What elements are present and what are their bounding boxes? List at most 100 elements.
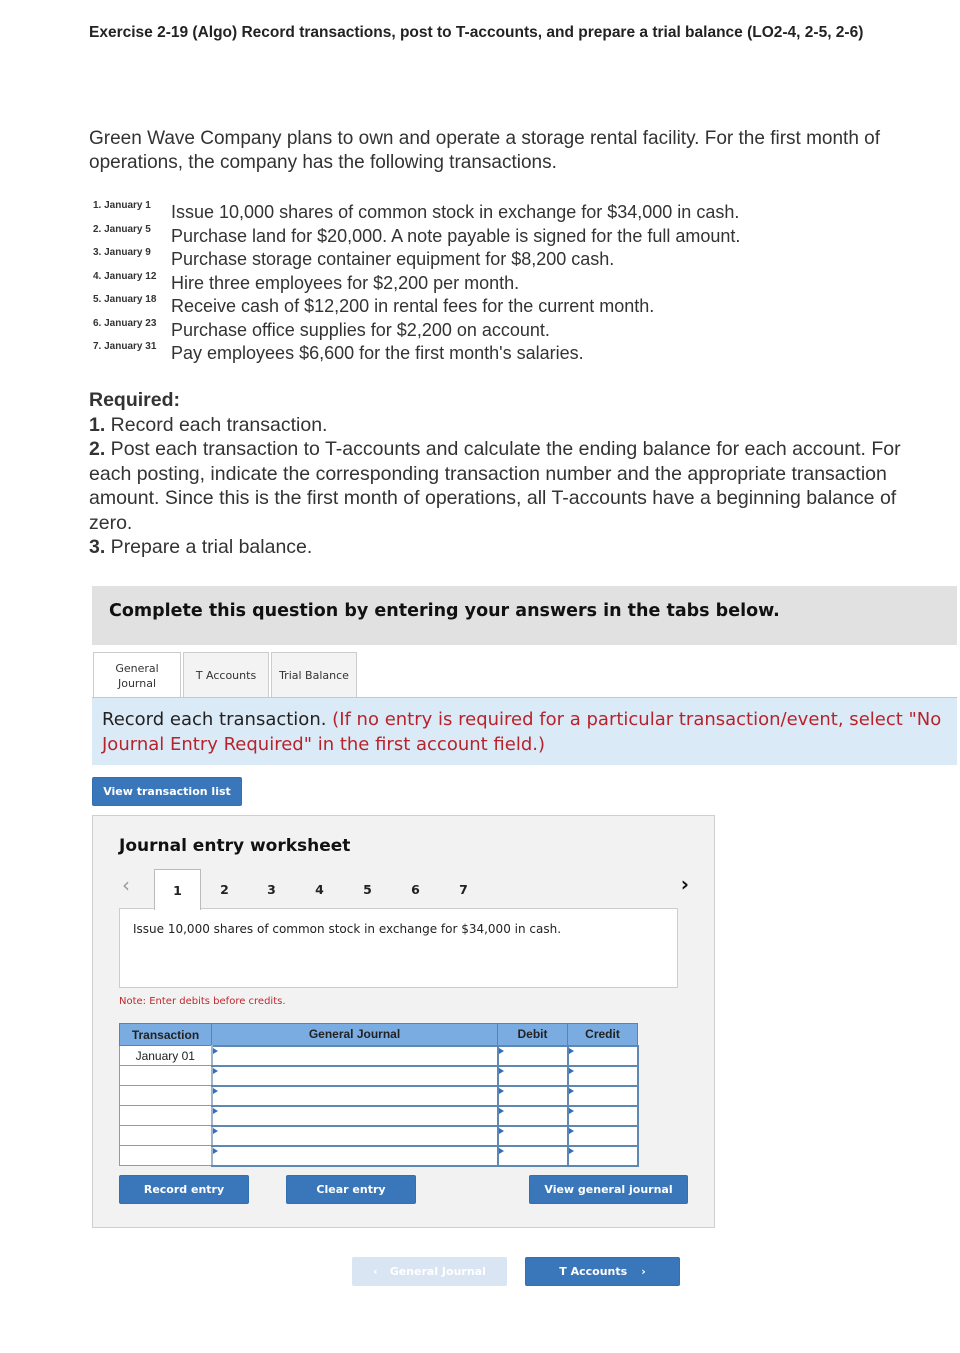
credit-field[interactable] (566, 1044, 639, 1067)
transaction-date: 5. January 18 (93, 294, 157, 305)
tab-label-line2: Journal (117, 676, 157, 690)
debit-field[interactable] (496, 1064, 569, 1087)
transaction-description: Issue 10,000 shares of common stock in e… (171, 202, 740, 222)
credit-input[interactable] (568, 1086, 637, 1105)
credit-field[interactable] (566, 1084, 639, 1107)
credit-field[interactable] (566, 1144, 639, 1167)
transaction-description: Pay employees $6,600 for the first month… (171, 343, 584, 363)
tab-t-accounts[interactable]: T Accounts (183, 652, 269, 697)
account-input[interactable] (212, 1106, 497, 1125)
prev-general-journal-button: ‹ General Journal (352, 1257, 507, 1286)
journal-row (119, 1104, 639, 1127)
transaction-list: 1. January 1 Issue 10,000 shares of comm… (93, 198, 740, 363)
debit-field[interactable] (496, 1144, 569, 1167)
debit-input[interactable] (498, 1046, 567, 1065)
journal-header-row: Transaction General Journal Debit Credit (119, 1023, 638, 1046)
intro-paragraph: Green Wave Company plans to own and oper… (89, 128, 881, 173)
page-tab-3[interactable]: 3 (248, 869, 295, 909)
required-heading: Required: (89, 389, 181, 411)
transaction-date: 2. January 5 (93, 223, 151, 235)
tab-label: T Accounts (195, 668, 257, 682)
header-transaction: Transaction (119, 1023, 212, 1046)
tab-trial-balance[interactable]: Trial Balance (271, 652, 357, 697)
debit-field[interactable] (496, 1104, 569, 1127)
worksheet-pagination: ‹ 1 2 3 4 5 6 7 › (119, 869, 691, 910)
record-entry-button[interactable]: Record entry (119, 1175, 249, 1204)
transaction-cell (119, 1105, 212, 1126)
required-item: 1. Record each transaction. (89, 413, 919, 438)
required-item-text: Record each transaction. (105, 413, 328, 436)
required-section: Required: 1. Record each transaction. 2.… (89, 388, 919, 560)
transaction-cell (119, 1145, 212, 1166)
debit-input[interactable] (498, 1086, 567, 1105)
complete-question-banner: Complete this question by entering your … (92, 586, 957, 645)
page-tab-4[interactable]: 4 (296, 869, 343, 909)
view-general-journal-button[interactable]: View general journal (529, 1175, 688, 1204)
page-tab-6[interactable]: 6 (392, 869, 439, 909)
page-tab-7[interactable]: 7 (440, 869, 487, 909)
transaction-description-box: Issue 10,000 shares of common stock in e… (119, 908, 678, 988)
next-button-label: T Accounts (559, 1265, 628, 1278)
page-tab-1[interactable]: 1 (154, 869, 201, 910)
transaction-description: Purchase office supplies for $2,200 on a… (171, 319, 550, 340)
clear-entry-button[interactable]: Clear entry (286, 1175, 416, 1204)
account-input[interactable] (212, 1046, 497, 1065)
tab-label: Trial Balance (279, 668, 349, 682)
tab-label-line1: General (115, 661, 159, 675)
required-item-number: 3. (89, 536, 106, 558)
debit-input[interactable] (498, 1106, 567, 1125)
transaction-cell: January 01 (119, 1045, 212, 1066)
transaction-description: Purchase land for $20,000. A note payabl… (171, 225, 741, 246)
required-item-number: 1. (89, 413, 106, 436)
transaction-description: Hire three employees for $2,200 per mont… (171, 272, 520, 293)
exercise-title: Exercise 2-19 (Algo) Record transactions… (89, 24, 864, 41)
view-transaction-list-button[interactable]: View transaction list (92, 777, 242, 806)
credit-field[interactable] (566, 1064, 639, 1087)
transaction-date: 4. January 12 (93, 270, 157, 282)
debit-input[interactable] (498, 1066, 567, 1085)
debits-note: Note: Enter debits before credits. (119, 996, 286, 1007)
debit-field[interactable] (496, 1084, 569, 1107)
header-credit: Credit (567, 1023, 638, 1046)
required-item: 2. Post each transaction to T-accounts a… (89, 437, 919, 535)
account-field[interactable] (210, 1124, 499, 1147)
account-input[interactable] (212, 1126, 497, 1145)
required-item-text: Prepare a trial balance. (105, 536, 313, 558)
prev-button-label: General Journal (389, 1265, 486, 1278)
account-input[interactable] (212, 1086, 497, 1105)
next-t-accounts-button[interactable]: T Accounts › (525, 1257, 680, 1286)
instruction-box: Record each transaction. (If no entry is… (92, 697, 957, 765)
account-input[interactable] (212, 1066, 497, 1085)
credit-input[interactable] (568, 1066, 637, 1085)
debit-input[interactable] (498, 1126, 567, 1145)
header-general-journal: General Journal (211, 1023, 498, 1046)
tab-general-journal[interactable]: General Journal (93, 652, 181, 698)
journal-row (119, 1144, 639, 1167)
credit-field[interactable] (566, 1104, 639, 1127)
transaction-date: 6. January 23 (93, 317, 157, 329)
account-field[interactable] (210, 1144, 499, 1167)
debit-field[interactable] (496, 1044, 569, 1067)
credit-input[interactable] (568, 1146, 637, 1165)
credit-input[interactable] (568, 1126, 637, 1145)
debit-input[interactable] (498, 1146, 567, 1165)
page-tab-2[interactable]: 2 (201, 869, 248, 909)
page-tab-5[interactable]: 5 (344, 869, 391, 909)
chevron-right-icon[interactable]: › (681, 872, 689, 896)
transaction-item: 2. January 5 Purchase land for $20,000. … (93, 222, 740, 246)
account-field[interactable] (210, 1044, 499, 1067)
transaction-item: 1. January 1 Issue 10,000 shares of comm… (93, 198, 740, 222)
account-field[interactable] (210, 1064, 499, 1087)
account-field[interactable] (210, 1104, 499, 1127)
credit-input[interactable] (568, 1106, 637, 1125)
chevron-left-icon[interactable]: ‹ (122, 873, 130, 897)
debit-field[interactable] (496, 1124, 569, 1147)
account-field[interactable] (210, 1084, 499, 1107)
answer-tabs: General Journal T Accounts Trial Balance (93, 652, 359, 698)
credit-input[interactable] (568, 1046, 637, 1065)
journal-row (119, 1124, 639, 1147)
credit-field[interactable] (566, 1124, 639, 1147)
journal-entry-worksheet: Journal entry worksheet ‹ 1 2 3 4 5 6 7 … (92, 815, 715, 1228)
required-item: 3. Prepare a trial balance. (89, 535, 919, 560)
account-input[interactable] (212, 1146, 497, 1165)
